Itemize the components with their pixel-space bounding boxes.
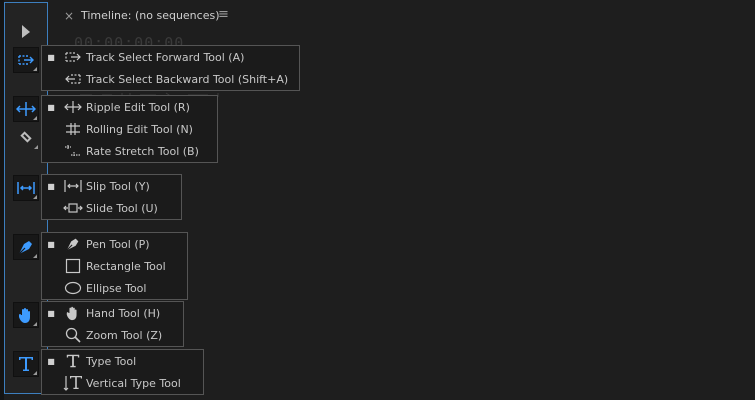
hand-tool-button[interactable] [13,302,39,328]
menu-item-ripple-edit[interactable]: ■ Ripple Edit Tool (R) [42,96,217,118]
menu-item-label: Slip Tool (Y) [86,179,150,193]
menu-item-label: Ellipse Tool [86,281,147,295]
selected-indicator: ■ [47,308,55,318]
menu-item-label: Type Tool [86,354,137,368]
menu-item-rectangle[interactable]: Rectangle Tool [42,255,187,277]
pen-tool-button[interactable] [13,234,39,260]
selected-indicator: ■ [47,356,55,366]
timeline-title: Timeline: (no sequences) [81,9,220,22]
slip-icon [64,180,82,192]
menu-item-slide[interactable]: Slide Tool (U) [42,197,181,219]
menu-item-label: Rate Stretch Tool (B) [86,144,199,158]
zoom-icon [65,327,81,343]
rolling-edit-icon [66,123,80,135]
menu-item-track-select-forward[interactable]: ■ Track Select Forward Tool (A) [42,46,299,68]
ripple-edit-icon [64,101,82,113]
ripple-edit-icon [16,102,36,116]
pen-icon [66,238,79,251]
menu-item-rate-stretch[interactable]: Rate Stretch Tool (B) [42,140,217,162]
slip-icon [17,182,35,194]
menu-item-label: Track Select Backward Tool (Shift+A) [86,72,289,86]
menu-item-hand[interactable]: ■ Hand Tool (H) [42,302,183,324]
close-icon[interactable]: × [64,9,74,23]
slip-tool-button[interactable] [13,175,39,201]
track-select-tool-button[interactable] [13,47,39,73]
menu-item-label: Ripple Edit Tool (R) [86,100,190,114]
menu-item-zoom[interactable]: Zoom Tool (Z) [42,324,183,346]
track-select-backward-icon [65,74,81,84]
menu-item-label: Zoom Tool (Z) [86,328,163,342]
menu-item-type[interactable]: ■ Type Tool [42,350,203,372]
rectangle-icon [65,258,81,274]
hand-flyout: ■ Hand Tool (H) Zoom Tool (Z) [41,301,184,347]
menu-item-label: Hand Tool (H) [86,306,161,320]
track-select-forward-icon [18,55,34,65]
menu-item-label: Pen Tool (P) [86,237,150,251]
menu-item-label: Vertical Type Tool [86,376,181,390]
track-select-forward-icon [65,52,81,62]
razor-tool-button[interactable] [13,124,39,150]
menu-item-label: Track Select Forward Tool (A) [86,50,245,64]
selected-indicator: ■ [47,181,55,191]
track-select-flyout: ■ Track Select Forward Tool (A) Track Se… [41,45,300,91]
selected-indicator: ■ [47,102,55,112]
razor-icon [20,131,32,143]
slip-flyout: ■ Slip Tool (Y) Slide Tool (U) [41,174,182,220]
menu-item-track-select-backward[interactable]: Track Select Backward Tool (Shift+A) [42,68,299,90]
ellipse-icon [64,281,82,295]
menu-item-ellipse[interactable]: Ellipse Tool [42,277,187,299]
type-tool-button[interactable] [13,351,39,377]
pen-flyout: ■ Pen Tool (P) Rectangle Tool Ellipse To… [41,232,188,300]
menu-item-pen[interactable]: ■ Pen Tool (P) [42,233,187,255]
type-icon [66,354,80,368]
menu-item-label: Slide Tool (U) [86,201,158,215]
menu-item-vertical-type[interactable]: Vertical Type Tool [42,372,203,394]
slide-icon [63,203,83,213]
ripple-edit-flyout: ■ Ripple Edit Tool (R) Rolling Edit Tool… [41,95,218,163]
menu-item-slip[interactable]: ■ Slip Tool (Y) [42,175,181,197]
menu-item-label: Rectangle Tool [86,259,166,273]
selected-indicator: ■ [47,239,55,249]
ripple-edit-tool-button[interactable] [13,96,39,122]
type-flyout: ■ Type Tool Vertical Type Tool [41,349,204,395]
rate-stretch-icon [65,145,81,157]
panel-menu-icon[interactable]: ≡ [218,7,229,22]
selected-indicator: ■ [47,52,55,62]
vertical-type-icon [63,376,82,391]
timeline-panel-header: × Timeline: (no sequences) ≡ [50,0,755,32]
hand-icon [66,306,77,321]
selection-arrow-icon [22,25,30,38]
selection-tool-button[interactable] [13,19,39,45]
menu-item-rolling-edit[interactable]: Rolling Edit Tool (N) [42,118,217,140]
menu-item-label: Rolling Edit Tool (N) [86,122,193,136]
